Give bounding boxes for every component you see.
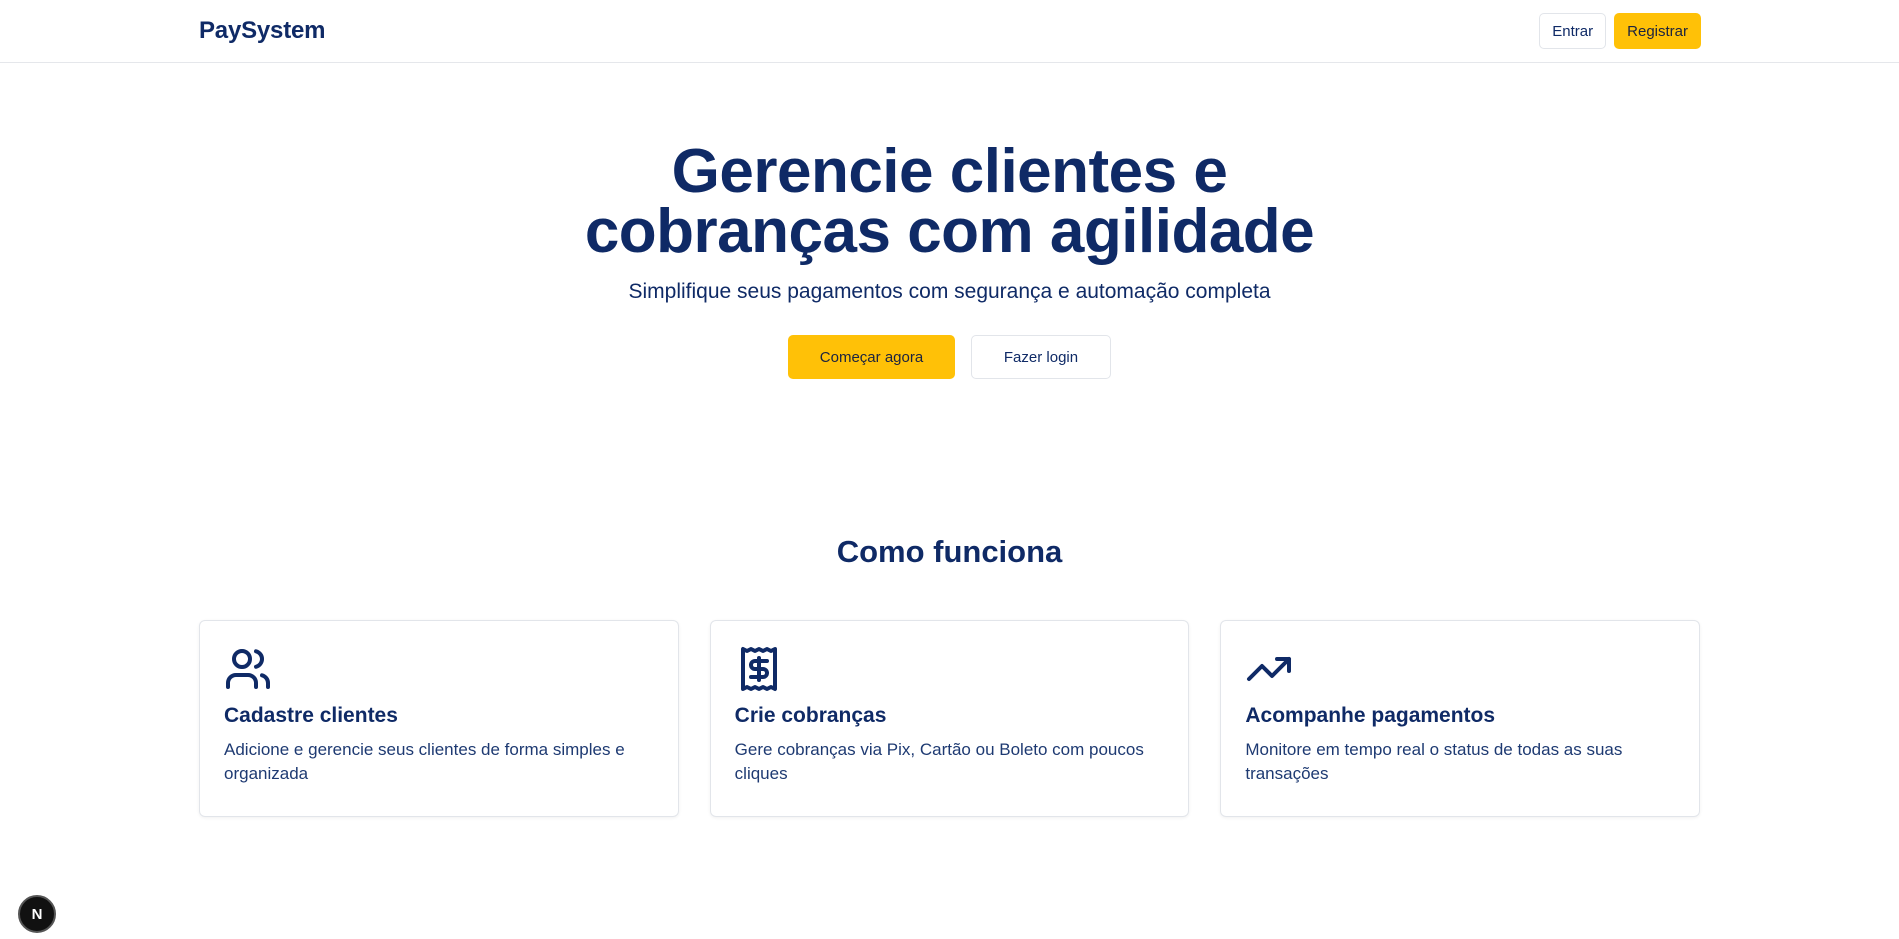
- dev-tools-badge[interactable]: N: [18, 895, 56, 933]
- hero-actions: Começar agora Fazer login: [0, 335, 1899, 379]
- trending-up-icon: [1247, 657, 1292, 681]
- how-it-works-heading: Como funciona: [836, 534, 1063, 569]
- feature-card-description: Gere cobranças via Pix, Cartão ou Boleto…: [734, 740, 1144, 783]
- header-actions: Entrar Registrar: [1539, 13, 1701, 49]
- login-button[interactable]: Entrar: [1539, 13, 1607, 49]
- hero-subtitle: Simplifique seus pagamentos com seguranç…: [628, 280, 1271, 303]
- feature-card-title: Acompanhe pagamentos: [1245, 704, 1496, 727]
- feature-cards: Cadastre clientes Adicione e gerencie se…: [0, 620, 1899, 817]
- feature-card-charges: Crie cobranças Gere cobranças via Pix, C…: [709, 620, 1190, 817]
- brand-logo[interactable]: PaySystem: [199, 17, 325, 45]
- feature-card-description: Adicione e gerencie seus clientes de for…: [224, 740, 625, 783]
- hero-title-line1: Gerencie clientes e: [671, 137, 1228, 206]
- do-login-button[interactable]: Fazer login: [971, 335, 1111, 379]
- site-header: PaySystem Entrar Registrar: [0, 0, 1899, 63]
- hero-section: Gerencie clientes e cobranças com agilid…: [0, 63, 1899, 379]
- get-started-button[interactable]: Começar agora: [788, 335, 955, 379]
- hero-title: Gerencie clientes e cobranças com agilid…: [500, 141, 1400, 263]
- feature-card-title: Cadastre clientes: [224, 704, 398, 727]
- receipt-dollar-icon: [740, 647, 777, 691]
- feature-card-description: Monitore em tempo real o status de todas…: [1245, 740, 1623, 783]
- feature-card-title: Crie cobranças: [734, 704, 887, 727]
- register-button[interactable]: Registrar: [1614, 13, 1701, 49]
- feature-card-payments: Acompanhe pagamentos Monitore em tempo r…: [1220, 620, 1701, 817]
- users-icon: [226, 649, 270, 689]
- feature-card-clients: Cadastre clientes Adicione e gerencie se…: [199, 620, 679, 817]
- hero-title-line2: cobranças com agilidade: [584, 197, 1315, 266]
- how-it-works-section: Como funciona Cadastre clientes Adicione…: [0, 534, 1899, 817]
